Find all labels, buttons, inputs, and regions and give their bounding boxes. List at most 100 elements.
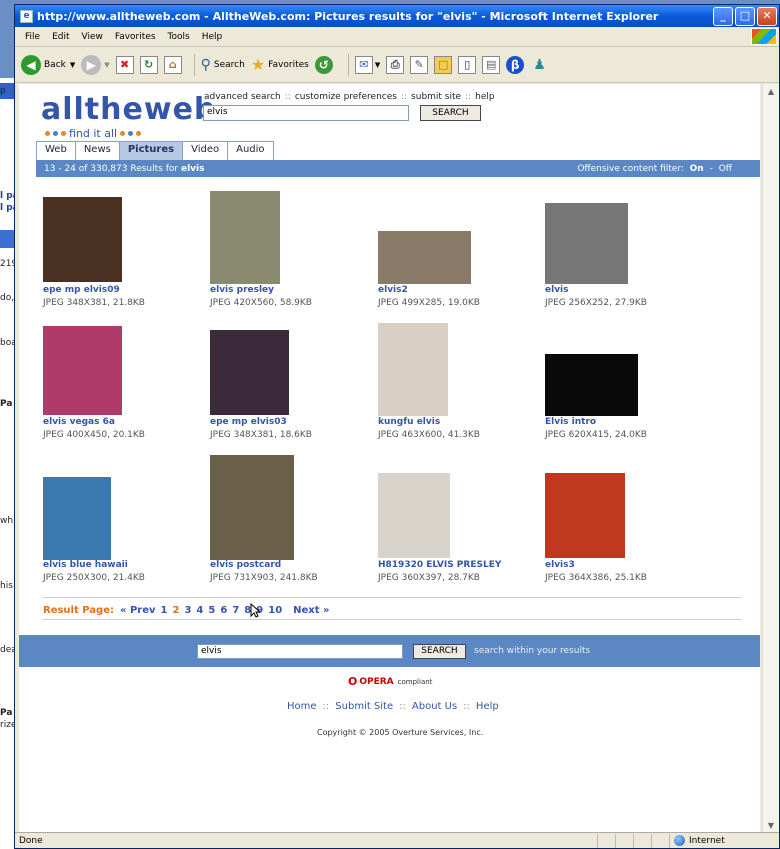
page-number-link[interactable]: 5 [208, 605, 215, 616]
maximize-button[interactable]: □ [735, 6, 755, 26]
result-title-link[interactable]: elvis postcard [210, 560, 281, 570]
result-thumbnail[interactable] [545, 473, 625, 558]
scroll-up-icon[interactable]: ▲ [763, 84, 779, 100]
opera-badge[interactable]: O OPERA compliant [348, 675, 432, 688]
result-info: JPEG 360X397, 28.7KB [378, 573, 480, 583]
minimize-button[interactable]: _ [713, 6, 733, 26]
search-button[interactable]: ⚲ Search [201, 57, 245, 73]
footer-submit-site-link[interactable]: Submit Site [335, 701, 393, 712]
history-button[interactable]: ↺ [314, 55, 336, 74]
result-title-link[interactable]: elvis3 [545, 560, 575, 570]
footer-help-link[interactable]: Help [476, 701, 499, 712]
menu-edit[interactable]: Edit [46, 32, 75, 42]
result-thumbnail[interactable] [378, 231, 471, 284]
stop-button[interactable]: ✖ [115, 55, 134, 74]
page-number-link[interactable]: 7 [232, 605, 239, 616]
page-number-link[interactable]: 10 [268, 605, 282, 616]
menu-file[interactable]: File [19, 32, 46, 42]
menu-tools[interactable]: Tools [162, 32, 196, 42]
page-number-link[interactable]: 6 [220, 605, 227, 616]
result-thumbnail[interactable] [43, 326, 122, 415]
refresh-button[interactable]: ↻ [139, 55, 158, 74]
menu-view[interactable]: View [76, 32, 109, 42]
alltheweb-logo[interactable]: alltheweb find it all [41, 94, 216, 141]
home-button[interactable]: ⌂ [163, 55, 182, 74]
background-window-text: do, [0, 293, 15, 303]
result-info: JPEG 400X450, 20.1KB [43, 430, 145, 440]
result-thumbnail[interactable] [210, 191, 280, 284]
messenger-button[interactable]: ▯ [458, 55, 477, 74]
page-number-link[interactable]: 3 [184, 605, 191, 616]
bluetooth-button[interactable]: β [506, 55, 527, 74]
result-title-link[interactable]: elvis2 [378, 285, 408, 295]
search-within-results-link[interactable]: search within your results [474, 646, 590, 656]
forward-dropdown-icon[interactable]: ▼ [104, 61, 109, 69]
filter-off-link[interactable]: Off [719, 164, 732, 174]
device-icon: ▯ [458, 55, 477, 74]
search-input[interactable]: elvis [203, 105, 409, 121]
result-title-link[interactable]: elvis [545, 285, 569, 295]
result-title-link[interactable]: elvis presley [210, 285, 274, 295]
edit-button[interactable]: ✎ [410, 55, 429, 74]
tab-video[interactable]: Video [182, 141, 229, 160]
contacts-button[interactable]: ♟ [533, 57, 546, 73]
footer-about-link[interactable]: About Us [412, 701, 457, 712]
result-title-link[interactable]: kungfu elvis [378, 417, 440, 427]
zone-label: Internet [689, 835, 725, 846]
research-button[interactable]: ▤ [482, 55, 501, 74]
submit-site-link[interactable]: submit site [411, 92, 461, 102]
page-number-link[interactable]: 2 [172, 605, 179, 616]
refine-search-input[interactable]: elvis [197, 644, 403, 659]
top-links: advanced search:: customize preferences::… [204, 92, 495, 102]
back-dropdown-icon[interactable]: ▼ [70, 61, 75, 69]
tab-audio[interactable]: Audio [227, 141, 274, 160]
search-submit-button[interactable]: SEARCH [420, 105, 481, 121]
filter-on-link[interactable]: On [690, 164, 704, 174]
result-title-link[interactable]: elvis vegas 6a [43, 417, 115, 427]
back-button[interactable]: ◀ Back ▼ [21, 54, 75, 75]
result-thumbnail[interactable] [210, 455, 294, 560]
footer-home-link[interactable]: Home [287, 701, 317, 712]
back-arrow-icon: ◀ [21, 54, 41, 75]
result-title-link[interactable]: Elvis intro [545, 417, 596, 427]
tab-web[interactable]: Web [36, 141, 76, 160]
result-thumbnail[interactable] [210, 330, 289, 415]
page-number-link[interactable]: 1 [161, 605, 168, 616]
tab-news[interactable]: News [74, 141, 120, 160]
vertical-scrollbar[interactable]: ▲ ▼ [762, 84, 779, 834]
page-number-link[interactable]: 4 [196, 605, 203, 616]
page-numbers: 1 2 3 4 5 6 7 8 9 10 [161, 605, 288, 616]
result-title-link[interactable]: H819320 ELVIS PRESLEY [378, 560, 501, 570]
tagline-text: find it all [69, 127, 118, 140]
help-link[interactable]: help [475, 92, 494, 102]
result-thumbnail[interactable] [43, 477, 111, 560]
tab-pictures[interactable]: Pictures [118, 141, 184, 160]
result-thumbnail[interactable] [545, 354, 638, 416]
result-title-link[interactable]: elvis blue hawaii [43, 560, 128, 570]
favorites-button[interactable]: ★ Favorites [251, 55, 309, 74]
result-thumbnail[interactable] [378, 323, 448, 416]
forward-button[interactable]: ▶ ▼ [81, 54, 110, 75]
prev-page-link[interactable]: « Prev [120, 605, 156, 616]
result-title-link[interactable]: epe mp elvis03 [210, 417, 287, 427]
close-button[interactable]: ✕ [757, 6, 777, 26]
menu-favorites[interactable]: Favorites [109, 32, 162, 42]
link-separator: :: [399, 701, 406, 712]
print-button[interactable]: ⎙ [386, 55, 405, 74]
refine-search-button[interactable]: SEARCH [413, 644, 466, 659]
next-page-link[interactable]: Next » [293, 605, 329, 616]
mail-button[interactable]: ✉ ▼ [354, 55, 380, 74]
link-separator: :: [465, 92, 472, 102]
menu-help[interactable]: Help [196, 32, 229, 42]
content-filter: Offensive content filter: On - Off [577, 164, 732, 174]
folder-button[interactable]: □ [434, 55, 453, 74]
advanced-search-link[interactable]: advanced search [204, 92, 281, 102]
result-thumbnail[interactable] [545, 203, 628, 284]
result-thumbnail[interactable] [43, 197, 122, 282]
background-window-text: Pa [0, 708, 13, 718]
result-thumbnail[interactable] [378, 473, 450, 558]
result-title-link[interactable]: epe mp elvis09 [43, 285, 120, 295]
mail-dropdown-icon[interactable]: ▼ [375, 61, 380, 69]
ie-logo-icon: e [20, 9, 33, 23]
customize-preferences-link[interactable]: customize preferences [295, 92, 397, 102]
